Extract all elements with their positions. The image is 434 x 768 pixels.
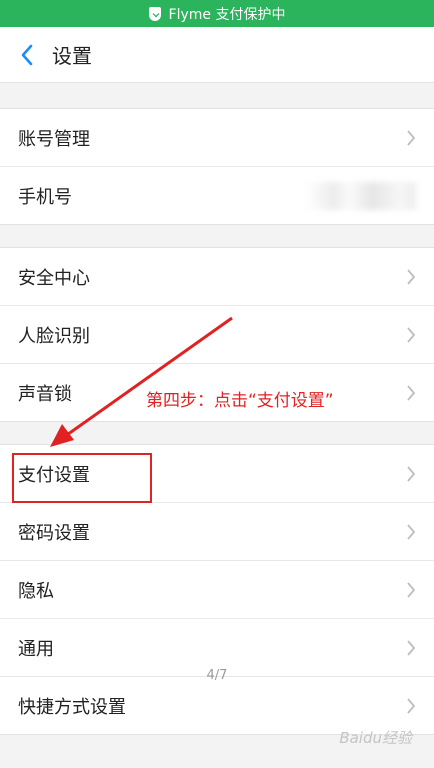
settings-item-shortcut-settings[interactable]: 快捷方式设置 [0,677,434,734]
settings-item-label: 手机号 [18,186,72,208]
chevron-right-icon [407,465,416,482]
chevron-right-icon [407,384,416,401]
settings-item-label: 密码设置 [18,522,90,544]
settings-item-label: 安全中心 [18,267,90,289]
settings-item-label: 人脸识别 [18,325,90,347]
phone-number-redacted [306,182,416,210]
highlight-box [12,453,152,503]
header: 设置 [0,27,434,83]
chevron-right-icon [407,639,416,656]
watermark: Baidu经验 [339,729,412,747]
settings-item-face-recognition[interactable]: 人脸识别 [0,306,434,364]
chevron-right-icon [407,268,416,285]
settings-item-privacy[interactable]: 隐私 [0,561,434,619]
settings-item-label: 账号管理 [18,128,90,150]
page-title: 设置 [52,44,92,68]
back-arrow-icon [21,44,33,65]
back-button[interactable] [12,40,42,70]
chevron-right-icon [407,129,416,146]
shield-icon [148,6,161,21]
settings-item-label: 通用 [18,638,54,660]
status-bar-text: Flyme 支付保护中 [168,6,286,23]
settings-item-phone-number[interactable]: 手机号 [0,167,434,224]
chevron-right-icon [407,326,416,343]
settings-item-account-management[interactable]: 账号管理 [0,109,434,167]
settings-item-label: 隐私 [18,580,54,602]
annotation-text: 第四步：点击“支付设置” [146,391,334,411]
settings-item-label: 快捷方式设置 [18,696,126,718]
chevron-right-icon [407,523,416,540]
status-bar: Flyme 支付保护中 [0,0,434,27]
chevron-right-icon [407,581,416,598]
settings-item-label: 声音锁 [18,383,72,405]
chevron-right-icon [407,697,416,714]
page-indicator: 4/7 [206,668,228,683]
settings-item-security-center[interactable]: 安全中心 [0,248,434,306]
settings-item-password-settings[interactable]: 密码设置 [0,503,434,561]
settings-group-account: 账号管理 手机号 [0,108,434,225]
